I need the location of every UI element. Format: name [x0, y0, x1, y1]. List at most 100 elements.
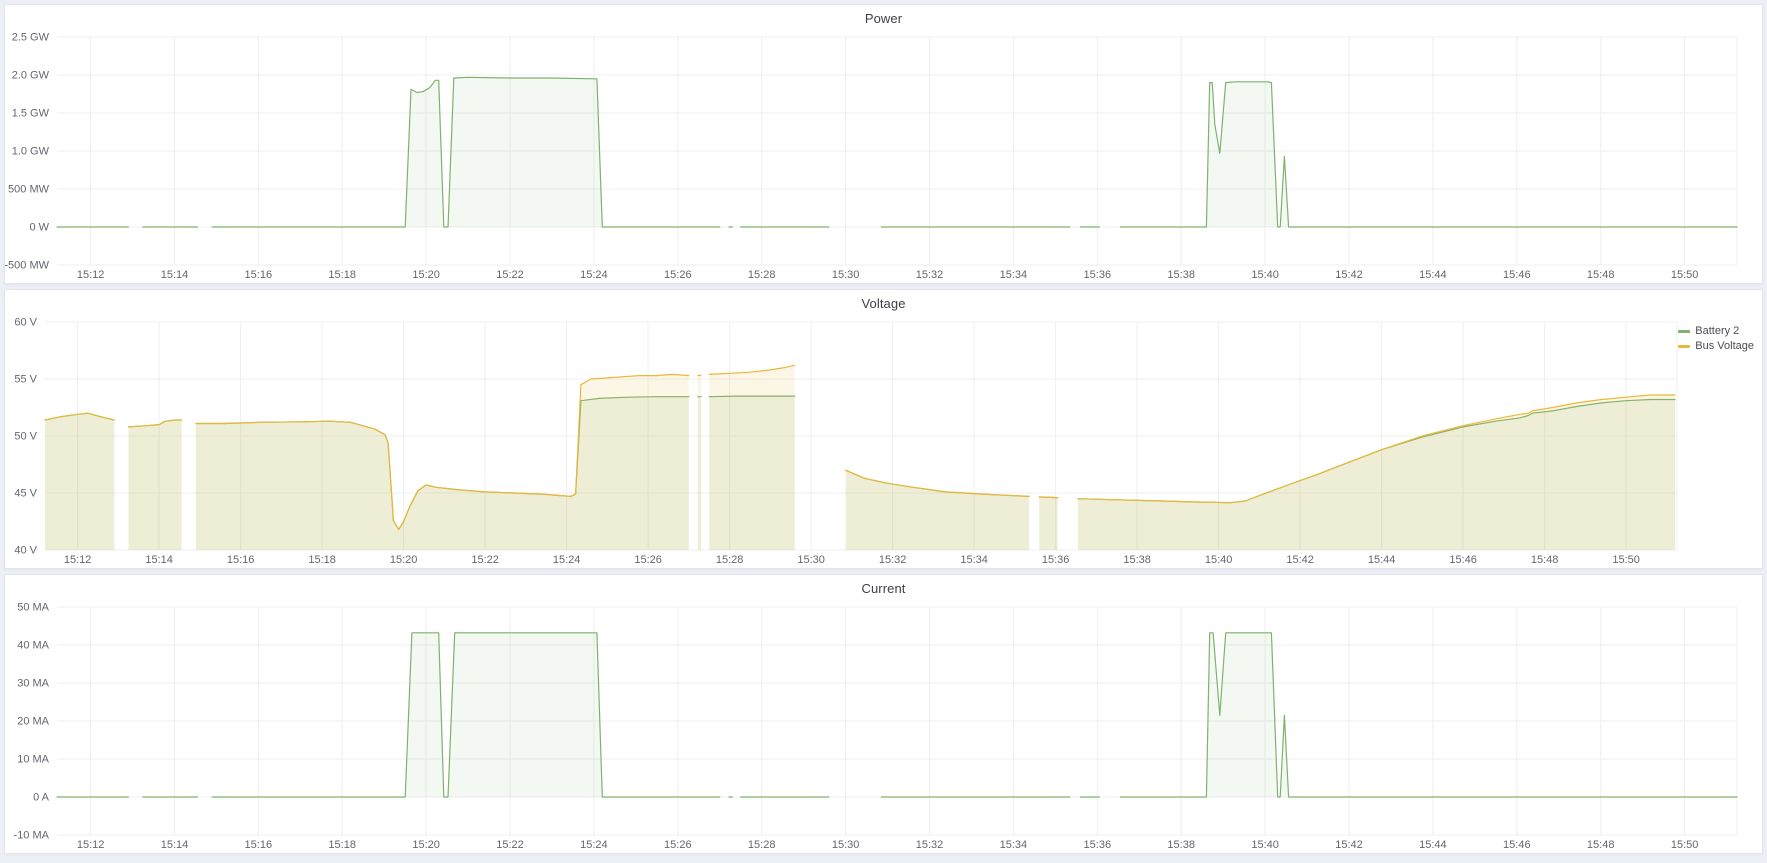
x-tick-label: 15:26	[634, 554, 662, 566]
voltage-legend: Battery 2 Bus Voltage	[1678, 325, 1754, 352]
x-tick-label: 15:40	[1251, 839, 1279, 851]
current-panel-title: Current	[5, 581, 1762, 596]
x-tick-label: 15:36	[1084, 839, 1112, 851]
legend-item-bus-voltage[interactable]: Bus Voltage	[1678, 340, 1754, 352]
voltage-panel: 15:12 15:14 15:16 15:18 15:20 15:22 15:24 15:26…	[4, 289, 1763, 569]
current-panel: 15:1215:1415:1615:1815:2015:2215:2415:26…	[4, 574, 1763, 854]
grafana-dashboard: { "theme":{ "page_background":"#edeff6",…	[0, 0, 1767, 863]
series-area	[1120, 82, 1737, 227]
x-tick-label: 15:46	[1503, 839, 1531, 851]
x-tick-label: 15:22	[471, 554, 499, 566]
x-tick-label: 15:12	[77, 839, 105, 851]
x-tick-label: 15:46	[1449, 554, 1477, 566]
y-tick-label: 40 MA	[17, 640, 49, 652]
x-tick-label: 15:28	[748, 269, 776, 281]
series-area	[846, 470, 1029, 550]
x-tick-label: 15:24	[580, 839, 608, 851]
y-tick-label: 55 V	[14, 374, 37, 386]
y-tick-label: 50 MA	[17, 602, 49, 614]
legend-item-battery-2[interactable]: Battery 2	[1678, 325, 1754, 337]
x-tick-label: 15:48	[1587, 839, 1615, 851]
y-tick-label: 40 V	[14, 545, 37, 557]
x-tick-label: 15:32	[916, 269, 944, 281]
x-tick-label: 15:20	[390, 554, 418, 566]
series-line	[1039, 497, 1057, 498]
x-tick-label: 15:12	[77, 269, 105, 281]
legend-label-battery-2: Battery 2	[1695, 325, 1739, 337]
x-tick-label: 15:38	[1167, 839, 1195, 851]
power-chart[interactable]: 15:1215:1415:1615:1815:2015:2215:2415:26…	[5, 5, 1762, 283]
y-tick-label: 50 V	[14, 431, 37, 443]
y-tick-label: -10 MA	[14, 830, 50, 842]
series-area	[1120, 633, 1737, 797]
y-tick-label: 500 MW	[8, 184, 50, 196]
y-tick-label: 20 MA	[17, 716, 49, 728]
x-tick-label: 15:18	[328, 269, 356, 281]
x-tick-label: 15:36	[1084, 269, 1112, 281]
x-tick-label: 15:28	[748, 839, 776, 851]
series-line	[698, 375, 701, 376]
x-tick-label: 15:12	[64, 554, 92, 566]
y-tick-label: 2.0 GW	[12, 70, 50, 82]
x-tick-label: 15:32	[879, 554, 907, 566]
x-tick-label: 15:50	[1671, 269, 1699, 281]
x-tick-label: 15:42	[1335, 269, 1363, 281]
power-panel-title: Power	[5, 11, 1762, 26]
power-chart-area[interactable]: 15:1215:1415:1615:1815:2015:2215:2415:26…	[5, 5, 1762, 283]
x-tick-label: 15:48	[1587, 269, 1615, 281]
x-tick-label: 15:16	[227, 554, 255, 566]
series-area	[196, 374, 689, 550]
x-tick-label: 15:40	[1205, 554, 1233, 566]
x-tick-label: 15:24	[553, 554, 581, 566]
series-area	[129, 420, 182, 550]
x-tick-label: 15:24	[580, 269, 608, 281]
y-tick-label: 2.5 GW	[12, 32, 50, 44]
x-tick-label: 15:42	[1286, 554, 1314, 566]
x-tick-label: 15:26	[664, 839, 692, 851]
x-tick-label: 15:28	[716, 554, 744, 566]
voltage-panel-title: Voltage	[5, 296, 1762, 311]
x-tick-label: 15:46	[1503, 269, 1531, 281]
x-tick-label: 15:38	[1167, 269, 1195, 281]
y-tick-label: 1.0 GW	[12, 146, 50, 158]
x-tick-label: 15:44	[1368, 554, 1396, 566]
x-tick-label: 15:14	[145, 554, 173, 566]
x-tick-label: 15:34	[1000, 839, 1028, 851]
x-tick-label: 15:40	[1251, 269, 1279, 281]
x-tick-label: 15:20	[412, 839, 440, 851]
series-area	[45, 413, 114, 550]
series-area	[1078, 395, 1675, 550]
x-tick-label: 15:30	[832, 839, 860, 851]
series-area	[212, 633, 720, 797]
current-chart[interactable]: 15:1215:1415:1615:1815:2015:2215:2415:26…	[5, 575, 1762, 853]
x-tick-label: 15:22	[496, 269, 524, 281]
legend-swatch-battery-2	[1678, 330, 1690, 333]
x-tick-label: 15:14	[161, 269, 189, 281]
x-tick-label: 15:30	[832, 269, 860, 281]
voltage-chart[interactable]: 15:12 15:14 15:16 15:18 15:20 15:22 15:24 15:26…	[5, 290, 1762, 568]
y-tick-label: 0 A	[33, 792, 50, 804]
current-chart-area[interactable]: 15:1215:1415:1615:1815:2015:2215:2415:26…	[5, 575, 1762, 853]
y-tick-label: -500 MW	[5, 260, 50, 272]
voltage-chart-area[interactable]: 15:12 15:14 15:16 15:18 15:20 15:22 15:24 15:26…	[5, 290, 1762, 568]
y-tick-label: 10 MA	[17, 754, 49, 766]
y-tick-label: 0 W	[29, 222, 49, 234]
x-tick-label: 15:48	[1531, 554, 1559, 566]
x-tick-label: 15:20	[412, 269, 440, 281]
x-tick-label: 15:50	[1612, 554, 1640, 566]
x-tick-label: 15:36	[1042, 554, 1070, 566]
series-area	[709, 365, 795, 550]
x-tick-label: 15:34	[960, 554, 988, 566]
power-panel: 15:1215:1415:1615:1815:2015:2215:2415:26…	[4, 4, 1763, 284]
y-tick-label: 45 V	[14, 488, 37, 500]
x-tick-label: 15:50	[1671, 839, 1699, 851]
series-area	[1039, 497, 1057, 550]
legend-swatch-bus-voltage	[1678, 345, 1690, 348]
x-tick-label: 15:18	[328, 839, 356, 851]
legend-label-bus-voltage: Bus Voltage	[1695, 340, 1754, 352]
series-area	[698, 375, 701, 550]
y-tick-label: 30 MA	[17, 678, 49, 690]
x-tick-label: 15:18	[308, 554, 336, 566]
x-tick-label: 15:26	[664, 269, 692, 281]
x-tick-label: 15:32	[916, 839, 944, 851]
